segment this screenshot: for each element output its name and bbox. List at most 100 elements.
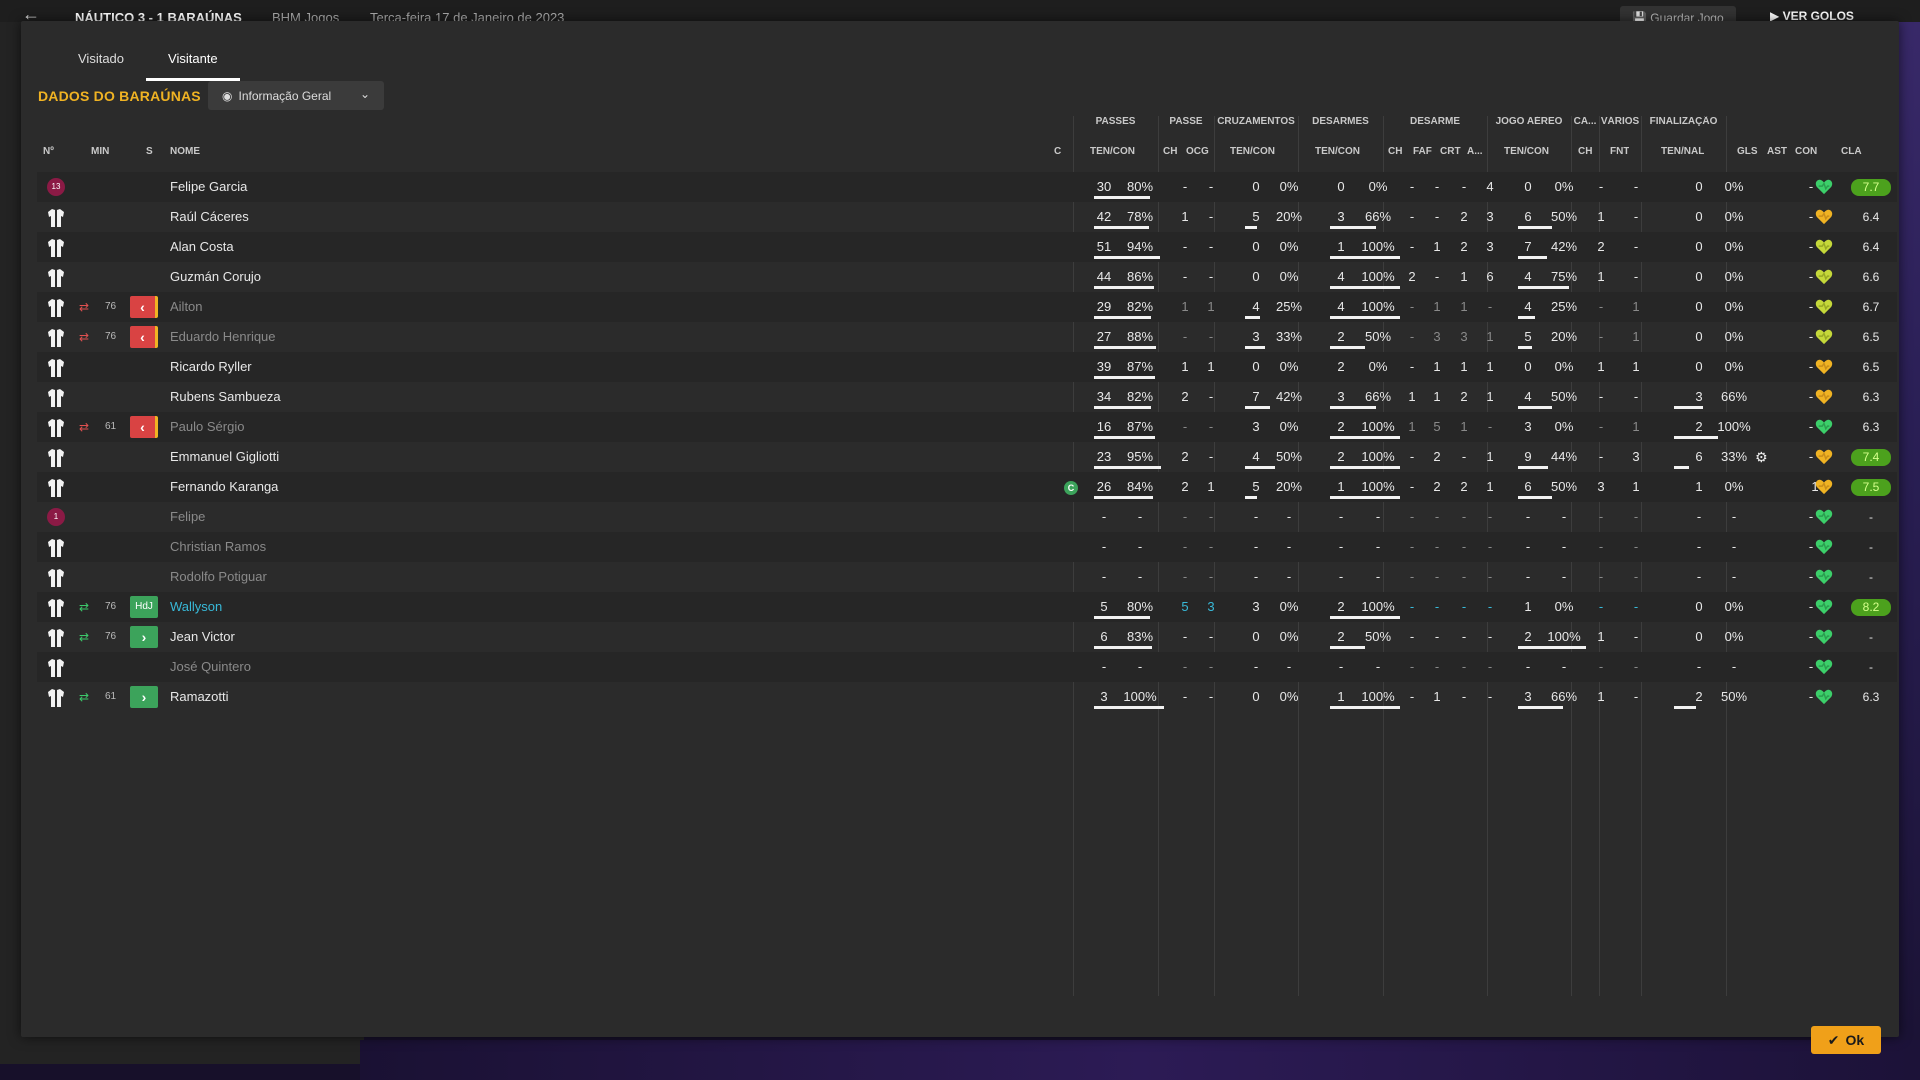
aerial-percent: 20%	[1550, 329, 1578, 344]
shots-attempted: -	[1696, 509, 1702, 524]
player-name[interactable]: Jean Victor	[170, 622, 235, 652]
col-ca-ch[interactable]: CH	[1578, 146, 1592, 162]
col-assists[interactable]: AST	[1767, 146, 1787, 162]
tackle-crt: 1	[1460, 419, 1468, 434]
table-row[interactable]: Emmanuel Gigliotti 23 95% 2-4 50% 2 100% -2-1 9 4…	[37, 442, 1897, 472]
player-name[interactable]: Raúl Cáceres	[170, 202, 249, 232]
table-row[interactable]: Rodolfo Potiguar - - - - - - - - - - - - - - - - - - - -	[37, 562, 1897, 592]
col-number[interactable]: Nº	[43, 146, 54, 162]
player-name[interactable]: Emmanuel Gigliotti	[170, 442, 279, 472]
tackle-ch: -	[1409, 329, 1415, 344]
player-name[interactable]: Felipe Garcia	[170, 172, 247, 202]
col-goals[interactable]: GLS	[1737, 146, 1758, 162]
table-row[interactable]: ⇄ 76 ‹ Ailton 29 82% 1 1 4 25% 4 100% -1 1-4 25% -1 0 0% -…	[37, 292, 1897, 322]
tackle-ch: -	[1409, 179, 1415, 194]
col-passes[interactable]: TEN/CON	[1090, 146, 1135, 162]
tackles-percent: -	[1375, 659, 1381, 674]
table-row[interactable]: Rubens Sambueza 34 82% 2-7 42% 3 66% 1 1 2 1 4 50% - -…	[37, 382, 1897, 412]
col-condition[interactable]: CON	[1795, 146, 1817, 162]
col-name[interactable]: NOME	[170, 146, 200, 162]
shots-attempted: 6	[1695, 449, 1703, 464]
crosses-percent: 50%	[1275, 449, 1303, 464]
player-name[interactable]: Christian Ramos	[170, 532, 266, 562]
col-shots[interactable]: TEN/NAL	[1661, 146, 1704, 162]
col-pass-ocg[interactable]: OCG	[1186, 146, 1209, 162]
table-row[interactable]: Fernando Karanga C 26 84% 2 1 5 20% 1 100% -2 2 1 6 50…	[37, 472, 1897, 502]
player-name[interactable]: Rubens Sambueza	[170, 382, 281, 412]
captain-badge: C	[1064, 481, 1078, 495]
table-row[interactable]: Alan Costa 51 94% - -0 0% 1 100% -1 2 3 7 42% 2-0 0% -6…	[37, 232, 1897, 262]
table-row[interactable]: ⇄ 76 ‹ Eduardo Henrique 27 88% - -3 33% 2 50% -3 3 1 5…	[37, 322, 1897, 352]
view-dropdown[interactable]: ◉ Informação Geral ⌄	[208, 81, 384, 110]
col-aerial[interactable]: TEN/CON	[1504, 146, 1549, 162]
player-name[interactable]: Ricardo Ryller	[170, 352, 252, 382]
player-of-match-badge: HdJ	[130, 596, 158, 618]
chances-created: -	[1208, 539, 1214, 554]
shots-attempted: -	[1696, 539, 1702, 554]
player-name[interactable]: Ailton	[170, 292, 203, 322]
col-fnt[interactable]: FNT	[1610, 146, 1629, 162]
aerial-bar	[1518, 706, 1563, 709]
player-name[interactable]: Eduardo Henrique	[170, 322, 276, 352]
shots-percent: 0%	[1724, 479, 1744, 494]
table-row[interactable]: Guzmán Corujo 44 86% - -0 0% 4 100% 2-1 6 4 75% 1-0 0…	[37, 262, 1897, 292]
table-row[interactable]: José Quintero - - - - - - - - - - - - - - - - - - - -	[37, 652, 1897, 682]
player-rating: 6.3	[1862, 690, 1880, 704]
player-name[interactable]: Guzmán Corujo	[170, 262, 261, 292]
player-rating: -	[1869, 570, 1873, 584]
shots-attempted: 0	[1695, 629, 1703, 644]
shots-bar	[1674, 466, 1689, 469]
table-row[interactable]: 13 Felipe Garcia 30 80% - -0 0% 0 0% - - -4 0 0% - -0 0%…	[37, 172, 1897, 202]
ok-button[interactable]: ✔ Ok	[1811, 1026, 1881, 1054]
player-name[interactable]: Felipe	[170, 502, 205, 532]
section-title: DADOS DO BARAÚNAS	[38, 88, 201, 104]
back-arrow-icon[interactable]: ←	[22, 4, 40, 22]
col-captain[interactable]: C	[1054, 146, 1061, 162]
tackle-faf: -	[1434, 509, 1440, 524]
player-name[interactable]: José Quintero	[170, 652, 251, 682]
tackle-a: -	[1487, 629, 1493, 644]
table-row[interactable]: ⇄ 61 › Ramazotti 3 100% - -0 0% 1 100% -1- -3 66% 1-2 5…	[37, 682, 1897, 712]
player-name[interactable]: Fernando Karanga	[170, 472, 278, 502]
save-game-button[interactable]: 💾 Guardar Jogo	[1620, 6, 1736, 22]
player-name[interactable]: Rodolfo Potiguar	[170, 562, 267, 592]
tackle-ch: -	[1409, 629, 1415, 644]
chances-created: -	[1208, 659, 1214, 674]
player-rating: 6.5	[1862, 330, 1880, 344]
tab-home[interactable]: Visitado	[57, 49, 146, 81]
chances-created: 3	[1207, 599, 1215, 614]
tackle-crt: 1	[1460, 359, 1468, 374]
key-passes: -	[1182, 689, 1188, 704]
tab-away[interactable]: Visitante	[146, 49, 240, 81]
col-rating[interactable]: CLA	[1841, 146, 1862, 162]
col-tackle-crt[interactable]: CRT	[1440, 146, 1461, 162]
chances-created: -	[1208, 389, 1214, 404]
table-row[interactable]: ⇄ 76 HdJ Wallyson 5 80% 5 3 3 0% 2 100% - - - -1 0% - -0 0%…	[37, 592, 1897, 622]
col-minutes[interactable]: MIN	[91, 146, 109, 162]
tackles-bar	[1330, 646, 1365, 649]
col-tackle-faf[interactable]: FAF	[1413, 146, 1432, 162]
col-sub[interactable]: S	[146, 146, 153, 162]
player-name[interactable]: Ramazotti	[170, 682, 229, 712]
aerial-percent: 25%	[1550, 299, 1578, 314]
table-row[interactable]: Ricardo Ryller 39 87% 1 1 0 0% 2 0% -1 1 1 0 0% 1 1 0 0% -…	[37, 352, 1897, 382]
table-row[interactable]: Christian Ramos - - - - - - - - - - - - - - - - - - - -	[37, 532, 1897, 562]
table-row[interactable]: ⇄ 61 ‹ Paulo Sérgio 16 87% - -3 0% 2 100% 1 5 1-3 0% -1…	[37, 412, 1897, 442]
crosses-bar	[1245, 346, 1265, 349]
col-tackle-ch[interactable]: CH	[1388, 146, 1402, 162]
ca-ch: 1	[1597, 269, 1605, 284]
col-tackle-a[interactable]: A...	[1467, 146, 1483, 162]
fouls: 1	[1632, 479, 1640, 494]
crosses-attempted: 0	[1252, 239, 1260, 254]
table-row[interactable]: Raúl Cáceres 42 78% 1-5 20% 3 66% - -2 3 6 50% 1-0 0%…	[37, 202, 1897, 232]
player-name[interactable]: Wallyson	[170, 592, 222, 622]
table-row[interactable]: 1 Felipe - - - - - - - - - - - - - - - - - - - -	[37, 502, 1897, 532]
col-pass-ch[interactable]: CH	[1163, 146, 1177, 162]
crosses-percent: 0%	[1279, 689, 1299, 704]
key-passes: -	[1182, 539, 1188, 554]
player-name[interactable]: Paulo Sérgio	[170, 412, 244, 442]
col-tackles[interactable]: TEN/CON	[1315, 146, 1360, 162]
col-crosses[interactable]: TEN/CON	[1230, 146, 1275, 162]
player-name[interactable]: Alan Costa	[170, 232, 234, 262]
table-row[interactable]: ⇄ 76 › Jean Victor 6 83% - -0 0% 2 50% - - - -2 100% 1-0…	[37, 622, 1897, 652]
